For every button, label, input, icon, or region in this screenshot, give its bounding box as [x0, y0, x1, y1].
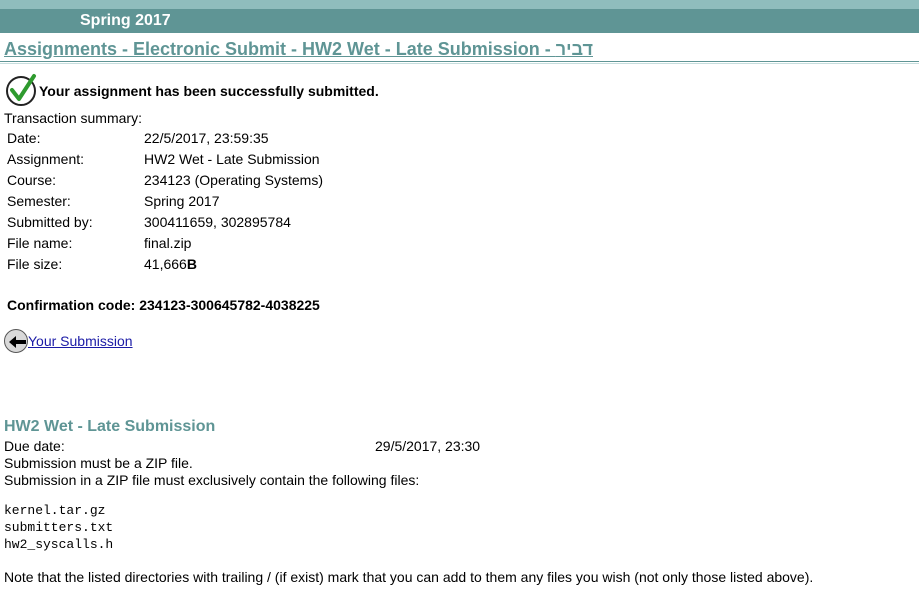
due-date-label: Due date: [4, 438, 65, 454]
summary-key: File size: [7, 255, 63, 272]
directories-note: Note that the listed directories with tr… [4, 569, 814, 585]
back-arrow-icon[interactable] [4, 329, 28, 353]
summary-value: 300411659, 302895784 [144, 213, 291, 230]
transaction-summary-table: Date: 22/5/2017, 23:59:35 Assignment: HW… [7, 127, 323, 274]
summary-key: Assignment: [7, 150, 85, 167]
your-submission-link-row[interactable]: Your Submission [4, 329, 133, 353]
your-submission-link[interactable]: Your Submission [28, 333, 133, 349]
summary-key: Course: [7, 171, 57, 188]
top-strip [0, 0, 919, 9]
summary-key: Date: [7, 129, 41, 146]
semester-bar: Spring 2017 [0, 9, 919, 33]
required-file: kernel.tar.gz [4, 503, 106, 518]
due-date-value: 29/5/2017, 23:30 [375, 438, 481, 454]
required-files-list: kernel.tar.gz submitters.txt hw2_syscall… [4, 502, 113, 553]
zip-requirement: Submission must be a ZIP file. [4, 455, 193, 471]
summary-row-file-name: File name: final.zip [7, 232, 323, 253]
file-size-number: 41,666 [144, 255, 187, 272]
summary-value: 234123 (Operating Systems) [144, 171, 323, 188]
summary-row-course: Course: 234123 (Operating Systems) [7, 169, 323, 190]
summary-key: Submitted by: [7, 213, 93, 230]
summary-row-date: Date: 22/5/2017, 23:59:35 [7, 127, 323, 148]
file-size-unit: B [186, 255, 197, 272]
title-divider-light [0, 63, 919, 64]
success-text: Your assignment has been successfully su… [39, 83, 379, 99]
summary-key: File name: [7, 234, 73, 251]
summary-value: final.zip [144, 234, 192, 251]
summary-row-semester: Semester: Spring 2017 [7, 190, 323, 211]
success-message: Your assignment has been successfully su… [6, 74, 379, 108]
summary-value: HW2 Wet - Late Submission [144, 150, 320, 167]
checkmark-icon [6, 74, 36, 106]
summary-row-file-size: File size: 41,666B [7, 253, 323, 274]
summary-label: Transaction summary: [4, 110, 142, 126]
required-file: submitters.txt [4, 520, 114, 535]
assignment-title: HW2 Wet - Late Submission [4, 418, 216, 435]
files-requirement: Submission in a ZIP file must exclusivel… [4, 472, 420, 488]
page-title: Assignments - Electronic Submit - HW2 We… [4, 39, 593, 59]
title-divider [0, 61, 919, 62]
required-file: hw2_syscalls.h [4, 537, 114, 552]
summary-key: Semester: [7, 192, 71, 209]
confirmation-code: Confirmation code: 234123-300645782-4038… [7, 297, 320, 313]
summary-value: Spring 2017 [144, 192, 220, 209]
summary-row-submitted-by: Submitted by: 300411659, 302895784 [7, 211, 323, 232]
semester-label: Spring 2017 [80, 12, 171, 29]
summary-value: 41,666B [144, 253, 323, 274]
summary-row-assignment: Assignment: HW2 Wet - Late Submission [7, 148, 323, 169]
summary-value: 22/5/2017, 23:59:35 [144, 129, 269, 146]
